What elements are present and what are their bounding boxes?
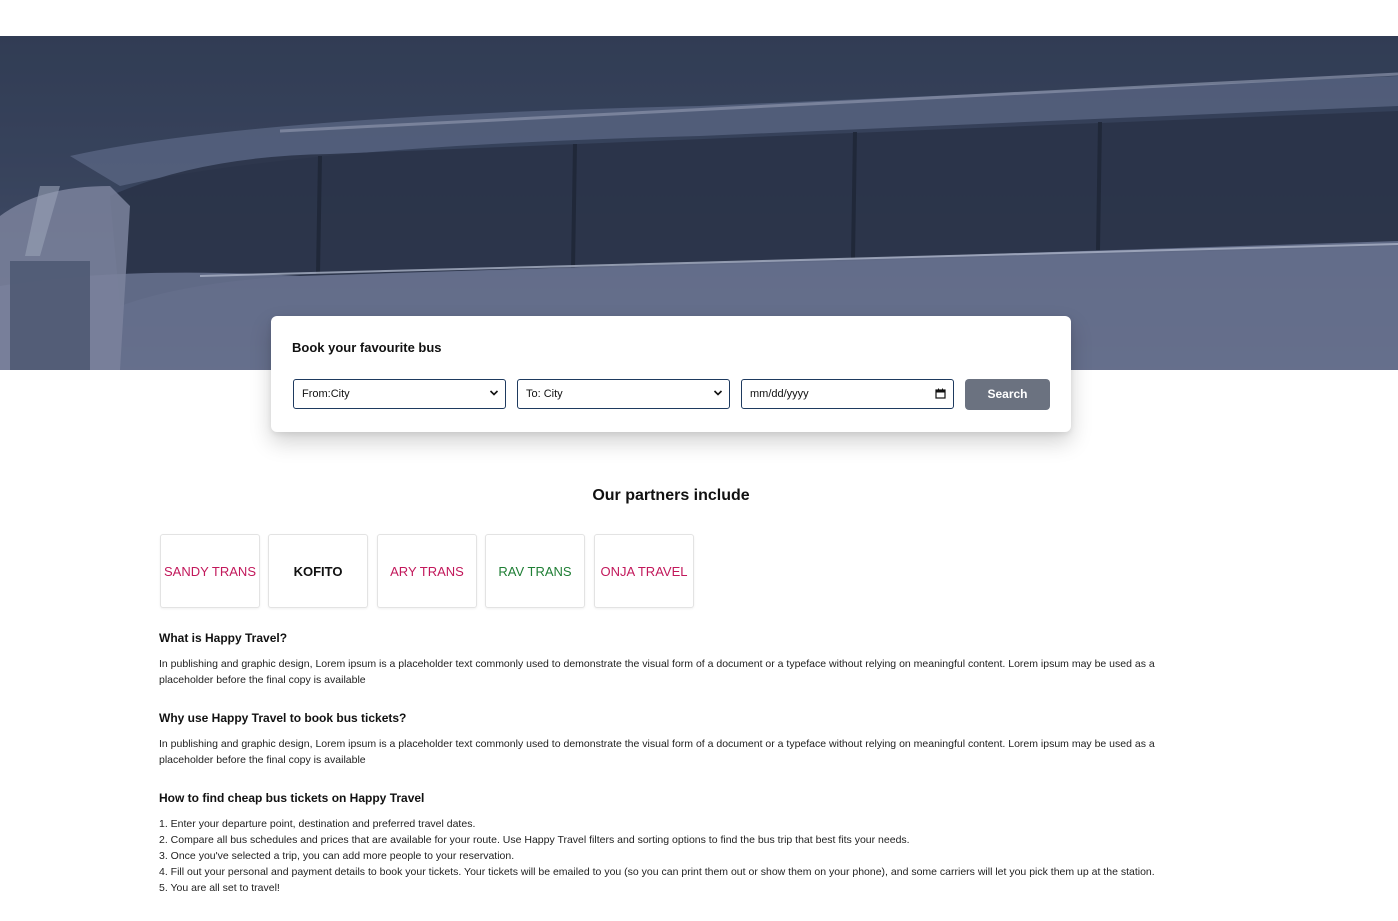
partners-title: Our partners include bbox=[592, 487, 750, 504]
why-body: In publishing and graphic design, Lorem … bbox=[159, 738, 1155, 766]
step-item: 4. Fill out your personal and payment de… bbox=[159, 866, 1155, 878]
search-button[interactable]: Search bbox=[965, 379, 1050, 410]
step-item: 5. You are all set to travel! bbox=[159, 882, 280, 894]
partner-card[interactable]: SANDY TRANS bbox=[160, 534, 260, 608]
chevron-down-icon bbox=[489, 390, 499, 396]
date-placeholder: mm/dd/yyyy bbox=[750, 388, 809, 400]
travel-date-input[interactable]: mm/dd/yyyy bbox=[741, 379, 954, 409]
how-steps-list: 1. Enter your departure point, destinati… bbox=[159, 816, 1155, 896]
top-navbar bbox=[0, 0, 1398, 36]
what-heading: What is Happy Travel? bbox=[159, 631, 288, 645]
partner-card[interactable]: ONJA TRAVEL bbox=[594, 534, 694, 608]
step-item: 3. Once you've selected a trip, you can … bbox=[159, 850, 515, 862]
partner-name: RAV TRANS bbox=[498, 563, 572, 579]
to-city-select[interactable]: To: City bbox=[517, 379, 730, 409]
to-city-value: To: City bbox=[526, 388, 563, 400]
partner-name: KOFITO bbox=[293, 563, 343, 579]
chevron-down-icon bbox=[713, 390, 723, 396]
partner-card[interactable]: ARY TRANS bbox=[377, 534, 477, 608]
partner-name: ONJA TRAVEL bbox=[600, 563, 688, 579]
from-city-value: From:City bbox=[302, 388, 350, 400]
what-body: In publishing and graphic design, Lorem … bbox=[159, 658, 1155, 686]
step-item: 1. Enter your departure point, destinati… bbox=[159, 818, 476, 830]
why-heading: Why use Happy Travel to book bus tickets… bbox=[159, 711, 407, 725]
partner-name: SANDY TRANS bbox=[164, 563, 256, 579]
booking-title: Book your favourite bus bbox=[292, 340, 442, 355]
partner-card[interactable]: RAV TRANS bbox=[485, 534, 585, 608]
calendar-icon[interactable] bbox=[935, 388, 946, 399]
from-city-select[interactable]: From:City bbox=[293, 379, 506, 409]
how-heading: How to find cheap bus tickets on Happy T… bbox=[159, 791, 425, 805]
partner-name: ARY TRANS bbox=[390, 563, 464, 579]
booking-card: Book your favourite bus From:City To: Ci… bbox=[271, 316, 1071, 432]
partner-card[interactable]: KOFITO bbox=[268, 534, 368, 608]
step-item: 2. Compare all bus schedules and prices … bbox=[159, 834, 910, 846]
